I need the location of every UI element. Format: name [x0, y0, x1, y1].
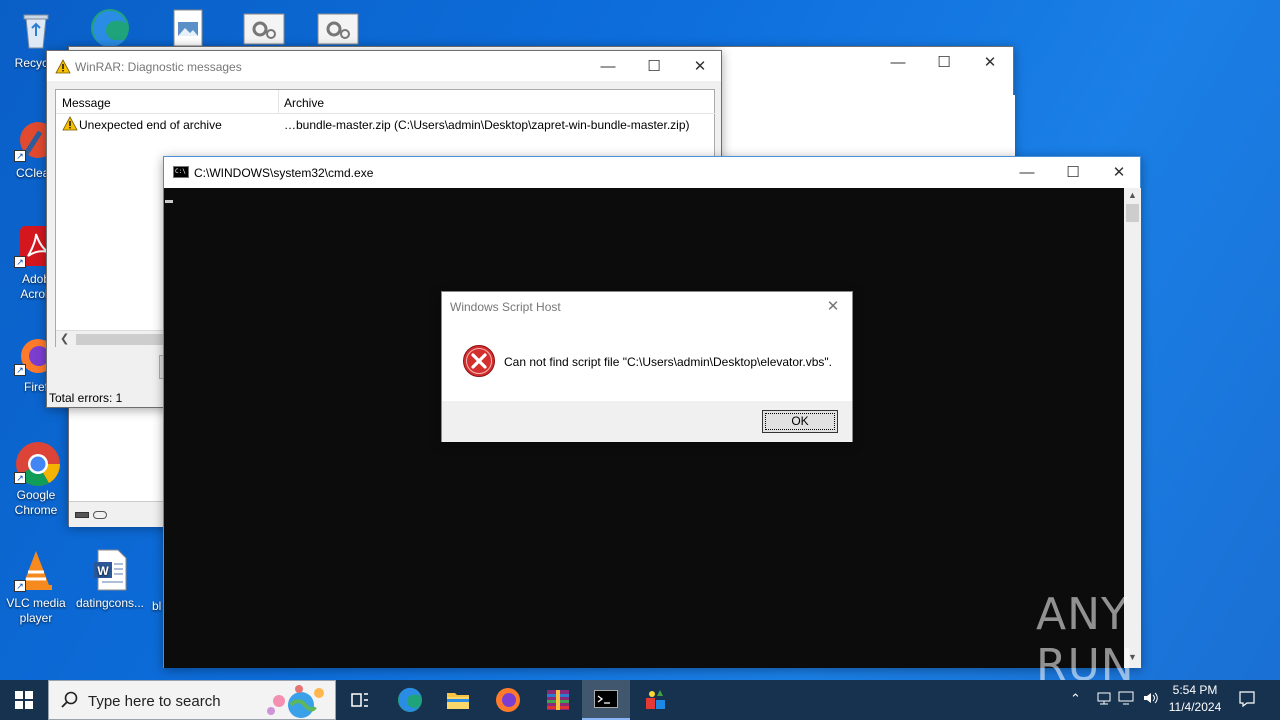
svg-text:W: W [97, 564, 109, 578]
folder-icon [447, 693, 469, 709]
list-header: Message Archive [56, 90, 716, 114]
minimize-button[interactable]: — [875, 47, 921, 77]
close-button[interactable]: ✕ [812, 292, 854, 320]
taskbar-cmd[interactable] [582, 680, 630, 720]
shortcut-arrow-icon: ↗ [14, 150, 26, 162]
watermark-text: ANY RUN [1036, 589, 1135, 691]
dialog-footer: OK [442, 401, 852, 442]
edge-icon [88, 6, 132, 50]
taskbar-file-explorer[interactable] [434, 680, 482, 720]
clock-time: 5:54 PM [1172, 683, 1218, 697]
taskbar-search-box[interactable]: Type here to search [48, 680, 336, 720]
search-icon [61, 691, 79, 712]
word-document-icon: W [88, 548, 132, 592]
minimize-button[interactable]: — [1004, 157, 1050, 187]
message-text: Unexpected end of archive [79, 118, 222, 132]
error-message: Can not find script file "C:\Users\admin… [504, 355, 832, 369]
app-icon [646, 690, 665, 709]
wsh-error-dialog[interactable]: Windows Script Host ✕ Can not find scrip… [441, 291, 853, 442]
scroll-thumb[interactable] [1126, 204, 1139, 222]
window-title: C:\WINDOWS\system32\cmd.exe [194, 166, 374, 180]
maximize-button[interactable]: ☐ [1050, 157, 1096, 187]
warning-icon [62, 116, 78, 134]
column-header-message[interactable]: Message [62, 96, 278, 116]
scroll-up-arrow-icon[interactable]: ▲ [1128, 190, 1137, 200]
firefox-icon [496, 688, 520, 712]
task-view-button[interactable] [336, 680, 384, 720]
task-view-icon [351, 693, 368, 707]
warning-icon [55, 59, 71, 77]
desktop-icon-label: Google [16, 488, 56, 502]
close-button[interactable]: ✕ [967, 47, 1013, 77]
cmd-icon [594, 690, 618, 708]
archive-path: …bundle-master.zip (C:\Users\admin\Deskt… [284, 118, 690, 132]
desktop-icon-label: datingcons... [75, 596, 145, 610]
recycle-bin-icon [14, 8, 58, 52]
anyrun-watermark: ANY RUN [1036, 589, 1236, 691]
cmd-icon-text: C:\ [175, 168, 186, 175]
dialog-title: Windows Script Host [450, 300, 561, 314]
shortcut-arrow-icon: ↗ [14, 580, 26, 592]
cmd-icon: C:\ [173, 166, 189, 178]
desktop-icon-word-document[interactable]: W datingcons... [74, 548, 146, 611]
maximize-button[interactable]: ☐ [631, 51, 677, 81]
desktop-icon-vlc[interactable]: ↗ VLC media player [0, 548, 72, 626]
windows-logo-icon [15, 691, 33, 709]
winrar-icon [547, 690, 569, 710]
vlc-icon: ↗ [14, 548, 58, 592]
column-divider [278, 90, 279, 114]
text-cursor [165, 200, 173, 203]
taskbar-app-icon[interactable] [632, 680, 680, 720]
winrar-statusbar [69, 501, 165, 527]
shortcut-arrow-icon: ↗ [14, 472, 26, 484]
tray-notifications-icon[interactable] [1238, 690, 1256, 711]
window-title: WinRAR: Diagnostic messages [75, 60, 242, 74]
shortcut-arrow-icon: ↗ [14, 364, 26, 376]
clock-date: 11/4/2024 [1168, 700, 1222, 714]
tray-network-icon[interactable] [1096, 690, 1112, 709]
taskbar-winrar[interactable] [534, 680, 582, 720]
tray-clock[interactable]: 5:54 PM 11/4/2024 [1162, 682, 1228, 716]
list-item[interactable]: Unexpected end of archive …bundle-master… [56, 114, 716, 136]
key-icon [93, 510, 107, 519]
desktop-icon-label: Chrome [14, 503, 58, 517]
column-header-archive[interactable]: Archive [284, 96, 324, 110]
close-button[interactable]: ✕ [677, 51, 723, 81]
desktop-icon-label: player [19, 611, 53, 625]
chrome-icon: ↗ [14, 440, 60, 486]
close-button[interactable]: ✕ [1096, 157, 1142, 187]
drive-icon [75, 511, 89, 518]
shortcut-arrow-icon: ↗ [14, 256, 26, 268]
search-highlight-icon [263, 683, 333, 719]
total-errors: Total errors: 1 [49, 391, 123, 405]
ok-button[interactable]: OK [762, 410, 838, 433]
tray-display-icon[interactable] [1118, 690, 1136, 709]
desktop-icon-google-chrome[interactable]: ↗ Google Chrome [0, 440, 72, 518]
scroll-left-arrow-icon[interactable]: ❮ [60, 332, 69, 345]
tray-show-hidden-icon[interactable]: ⌃ [1070, 691, 1081, 707]
maximize-button[interactable]: ☐ [921, 47, 967, 77]
minimize-button[interactable]: — [585, 51, 631, 81]
desktop-icon-label: VLC media [6, 596, 66, 610]
taskbar-firefox[interactable] [484, 680, 532, 720]
taskbar-edge[interactable] [386, 680, 434, 720]
start-button[interactable] [0, 680, 48, 720]
edge-icon [398, 687, 422, 712]
error-icon [462, 344, 496, 381]
desktop-icon-label-partial: bl [152, 599, 162, 613]
search-placeholder: Type here to search [88, 693, 221, 710]
tray-volume-icon[interactable] [1142, 690, 1160, 709]
